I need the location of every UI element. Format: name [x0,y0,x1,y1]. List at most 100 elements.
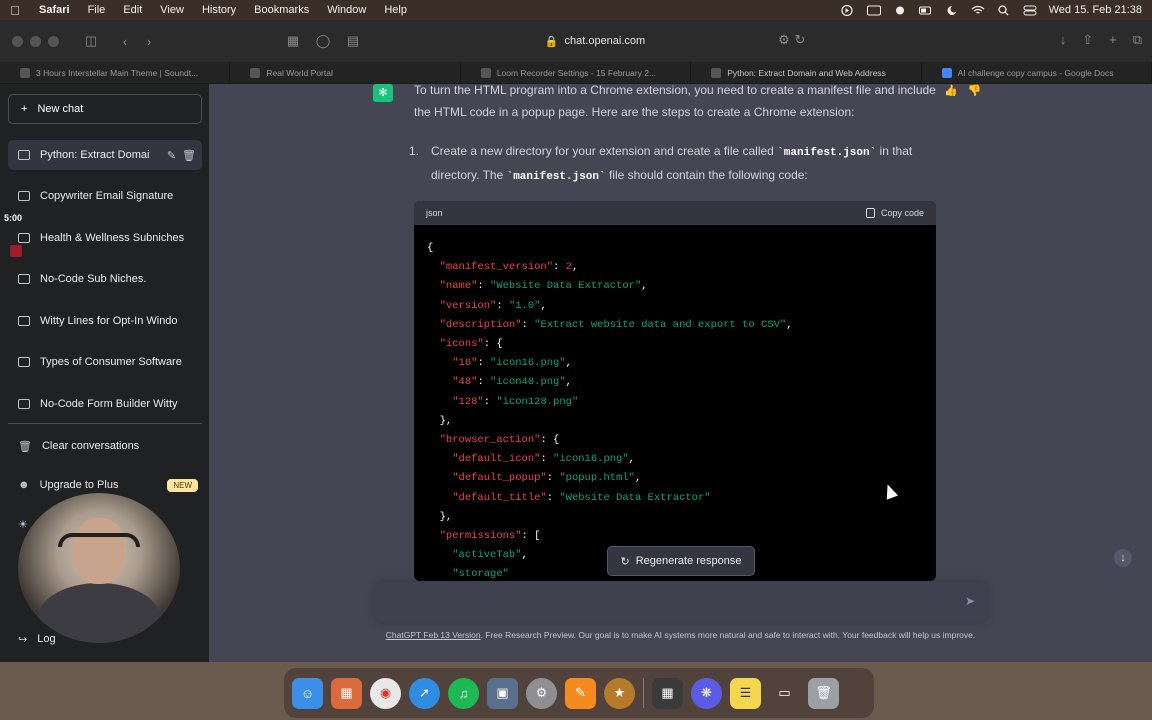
code-content: { "manifest_version": 2, "name": "Websit… [414,225,936,581]
extension-icon[interactable]: ▦ [281,33,305,49]
zoom-window-button[interactable] [48,35,59,47]
dark-mode-icon[interactable] [945,5,959,16]
privacy-shield-icon[interactable]: ◯ [311,33,335,49]
prompt-input[interactable] [387,592,947,612]
minimize-window-button[interactable] [30,35,41,47]
copy-code-button[interactable]: Copy code [865,208,924,218]
refresh-icon: ↻ [620,555,630,568]
notes-icon[interactable]: ☰ [730,677,761,709]
play-status-icon[interactable] [841,4,855,16]
back-icon[interactable]: ‹ [113,34,137,49]
menu-clock[interactable]: Wed 15. Feb 21:38 [1049,4,1142,16]
footer-disclaimer: ChatGPT Feb 13 Version. Free Research Pr… [385,630,976,640]
assistant-avatar-icon: ✻ [373,84,393,102]
preview-icon[interactable]: ▣ [487,677,518,709]
sidebar-toggle-icon[interactable]: ◫ [79,33,103,49]
address-bar[interactable]: 🔒 chat.openai.com [380,30,810,52]
keyboard-icon[interactable] [866,5,881,16]
edit-pencil-icon[interactable]: ✎ [167,149,176,162]
pages-icon[interactable]: ✎ [565,677,596,709]
menu-file[interactable]: File [79,4,115,16]
sidebar-conversation[interactable]: Witty Lines for Opt-In Windo [8,306,202,336]
reload-icon[interactable]: ↻ [788,32,812,48]
thumbs-up-icon[interactable]: 👍 [944,84,958,97]
sidebar-conversation[interactable]: Copywriter Email Signature [8,181,202,211]
game-icon[interactable]: ★ [604,677,635,709]
code-line: "default_icon": "icon16.png", [452,453,635,466]
favicon [941,67,952,78]
apple-icon[interactable]:  [0,3,30,18]
code-line: "128": "icon128.png" [452,395,579,408]
trash-icon[interactable]: 🗑 [808,677,839,709]
spotlight-search-icon[interactable] [997,4,1011,16]
menu-edit[interactable]: Edit [114,4,151,16]
trash-icon[interactable]: 🗑 [182,149,196,162]
menu-window[interactable]: Window [318,4,375,16]
wifi-icon[interactable] [971,5,985,16]
url-text: chat.openai.com [564,35,646,47]
downloads-icon[interactable]: ↓ [1060,32,1067,48]
regenerate-response-button[interactable]: ↻ Regenerate response [607,546,755,576]
sidebar-conversation[interactable]: No-Code Form Builder Witty [8,389,202,419]
tab-overview-icon[interactable]: ⧉ [1133,32,1142,48]
share-icon[interactable]: ⇧ [1082,32,1093,48]
sidebar-conversation[interactable]: Health & Wellness Subniches [8,223,202,253]
chat-bubble-icon [18,316,30,326]
code-line: "permissions": [ [439,530,541,543]
feedback-buttons: 👍 👎 [944,84,981,97]
new-badge: NEW [167,478,198,492]
favicon [480,67,491,78]
chrome-icon[interactable]: ◉ [370,677,401,709]
code-line: "icons": { [439,338,503,351]
launchpad-icon[interactable]: ▦ [331,677,362,709]
battery-icon[interactable] [918,5,933,16]
logout-icon: ↪ [18,633,28,646]
close-window-button[interactable] [12,35,23,47]
code-line: }, [427,414,453,427]
stop-recording-button[interactable] [10,245,22,257]
scroll-down-button[interactable]: ↓ [1114,549,1132,567]
code-block: json Copy code { "manifest_version": 2, … [414,201,936,581]
favicon [711,67,722,78]
trash-icon: 🗑 [18,440,32,453]
menu-bookmarks[interactable]: Bookmarks [245,4,318,16]
settings-icon[interactable] [893,5,907,16]
new-tab-icon[interactable]: + [1109,32,1117,48]
sidebar-conversation[interactable]: No-Code Sub Niches. [8,264,202,294]
control-center-icon[interactable] [1023,5,1037,16]
chat-bubble-icon [18,274,30,284]
forward-icon[interactable]: › [137,34,161,49]
screenshot-thumbnail-icon[interactable]: ▭ [769,678,800,709]
code-line: "browser_action": { [439,434,560,447]
menu-app-name[interactable]: Safari [30,4,79,16]
finder-icon[interactable]: ☺ [292,677,323,709]
tab-google-docs[interactable]: AI challenge copy campus - Google Docs [922,62,1152,83]
sidebar-conversation[interactable]: Types of Consumer Software [8,347,202,377]
window-controls [0,35,59,47]
browser-toolbar: ◫ ‹ › ▦ ◯ ▤ 🔒 chat.openai.com ⚙ ↻ ↓ ⇧ + … [0,20,1152,62]
calculator-icon[interactable]: ▦ [652,677,683,709]
sun-icon: ☀ [18,518,28,531]
lock-icon: 🔒 [544,35,559,48]
version-link[interactable]: ChatGPT Feb 13 Version [386,630,481,640]
user-icon: ☻ [18,479,30,491]
safari-icon[interactable]: ➚ [409,677,440,709]
spotify-icon[interactable]: ♫ [448,677,479,709]
tab-soundtrack[interactable]: 3 Hours Interstellar Main Theme | Soundt… [0,62,231,83]
menu-help[interactable]: Help [375,4,416,16]
prompt-input-box: ➤ [375,582,987,622]
step-number: 1. [409,144,420,158]
new-chat-button[interactable]: + New chat [8,94,202,124]
thumbs-down-icon[interactable]: 👎 [968,84,982,97]
system-settings-icon[interactable]: ⚙ [526,677,557,709]
send-icon[interactable]: ➤ [965,594,975,608]
menu-history[interactable]: History [193,4,245,16]
menu-view[interactable]: View [151,4,193,16]
reader-icon[interactable]: ▤ [341,33,365,49]
favicon [20,67,30,78]
sidebar-conversation-active[interactable]: Python: Extract Domai ✎ 🗑 [8,140,202,170]
clear-conversations-button[interactable]: 🗑 Clear conversations [8,431,202,461]
sidebar-divider [8,423,202,424]
code-block-header: json Copy code [414,201,936,225]
loom-icon[interactable]: ❋ [691,677,722,709]
